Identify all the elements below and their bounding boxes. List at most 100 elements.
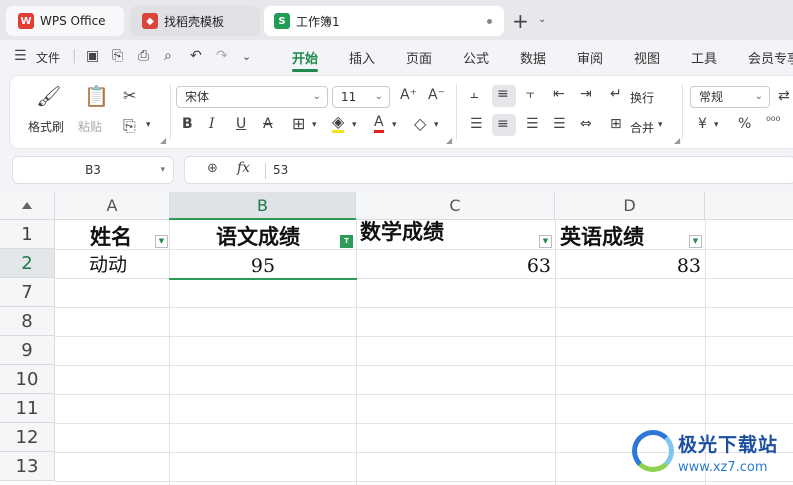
- thousands-separator-icon[interactable]: ⁰⁰⁰: [766, 114, 780, 128]
- filter-dropdown-icon[interactable]: ▼: [539, 235, 552, 248]
- chevron-down-icon[interactable]: ⌄: [242, 50, 251, 63]
- formula-bar[interactable]: ⊕ fx 53: [184, 156, 793, 184]
- wrap-text-icon[interactable]: ↵: [610, 86, 622, 102]
- row-header[interactable]: 7: [0, 278, 55, 307]
- menu-view[interactable]: 视图: [634, 48, 660, 67]
- row-header[interactable]: 1: [0, 220, 55, 249]
- zoom-icon[interactable]: ⊕: [207, 161, 218, 176]
- hamburger-icon[interactable]: ☰: [14, 48, 27, 64]
- select-all-corner[interactable]: [0, 192, 55, 220]
- row-header[interactable]: 12: [0, 423, 55, 452]
- row-header[interactable]: 9: [0, 336, 55, 365]
- cell-b2[interactable]: 95: [170, 252, 356, 281]
- menu-formula[interactable]: 公式: [463, 48, 489, 67]
- export-icon[interactable]: ⎘: [112, 48, 123, 64]
- cut-icon[interactable]: ✂: [123, 86, 136, 105]
- cell-b1[interactable]: 语文成绩: [216, 222, 300, 251]
- bold-icon[interactable]: B: [182, 116, 193, 132]
- fx-icon[interactable]: fx: [237, 160, 250, 176]
- save-icon[interactable]: ▣: [86, 48, 99, 64]
- merge-label[interactable]: 合并: [630, 119, 654, 136]
- increase-indent-icon[interactable]: ⇥: [580, 86, 592, 102]
- menu-member[interactable]: 会员专享: [748, 48, 793, 67]
- menu-page[interactable]: 页面: [406, 48, 432, 67]
- new-tab-icon[interactable]: +: [512, 9, 529, 33]
- cell-a1[interactable]: 姓名: [90, 222, 132, 251]
- chevron-down-icon[interactable]: ▾: [392, 120, 397, 130]
- chevron-down-icon[interactable]: ▾: [434, 120, 439, 130]
- dialog-launcher-icon[interactable]: ◢: [674, 136, 680, 145]
- cell-d1[interactable]: 英语成绩: [560, 222, 644, 251]
- row-header[interactable]: 11: [0, 394, 55, 423]
- align-top-icon[interactable]: ⫠: [470, 86, 478, 102]
- chevron-down-icon[interactable]: ⌄: [538, 14, 546, 25]
- align-center-icon[interactable]: ≡: [497, 116, 509, 132]
- tab-wps-office[interactable]: W WPS Office: [6, 6, 124, 36]
- chevron-down-icon[interactable]: ▾: [312, 120, 317, 130]
- formula-input[interactable]: 53: [273, 163, 288, 177]
- decrease-font-icon[interactable]: A⁻: [428, 87, 445, 103]
- distribute-icon[interactable]: ⇔: [580, 116, 592, 132]
- print-icon[interactable]: ⎙: [138, 48, 149, 64]
- column-header-d[interactable]: D: [555, 192, 705, 220]
- menu-review[interactable]: 审阅: [577, 48, 603, 67]
- underline-icon[interactable]: U: [236, 116, 246, 132]
- menu-data[interactable]: 数据: [520, 48, 546, 67]
- paste-icon[interactable]: 📋: [84, 84, 109, 108]
- number-format-select[interactable]: 常规 ⌄: [690, 86, 770, 108]
- column-header-a[interactable]: A: [55, 192, 170, 220]
- align-left-icon[interactable]: ☰: [470, 116, 483, 132]
- format-painter-label[interactable]: 格式刷: [28, 118, 64, 135]
- eraser-icon[interactable]: ◇: [414, 114, 426, 133]
- menu-home[interactable]: 开始: [292, 48, 318, 67]
- currency-icon[interactable]: ¥: [698, 116, 707, 132]
- row-header[interactable]: 13: [0, 452, 55, 481]
- menu-file[interactable]: 文件: [36, 49, 60, 66]
- merge-icon[interactable]: ⊞: [610, 116, 622, 132]
- undo-icon[interactable]: ↶: [190, 48, 202, 64]
- align-right-icon[interactable]: ☰: [526, 116, 539, 132]
- chevron-down-icon[interactable]: ▾: [658, 120, 663, 130]
- wrap-text-label[interactable]: 换行: [630, 89, 654, 106]
- unsaved-dot-icon[interactable]: [487, 19, 492, 24]
- row-header[interactable]: 2: [0, 249, 55, 278]
- border-icon[interactable]: ⊞: [292, 114, 305, 133]
- filter-dropdown-icon[interactable]: ▼: [155, 235, 168, 248]
- dialog-launcher-icon[interactable]: ◢: [160, 136, 166, 145]
- dialog-launcher-icon[interactable]: ◢: [446, 136, 452, 145]
- justify-icon[interactable]: ☰: [553, 116, 566, 132]
- name-box[interactable]: B3 ▾: [12, 156, 174, 184]
- copy-icon[interactable]: ⎘: [123, 116, 136, 136]
- strikethrough-icon[interactable]: A: [263, 116, 273, 132]
- tab-workbook[interactable]: S 工作簿1: [264, 6, 504, 36]
- tab-docer-templates[interactable]: ◆ 找稻壳模板: [130, 6, 260, 36]
- row-header[interactable]: 8: [0, 307, 55, 336]
- redo-icon[interactable]: ↷: [216, 48, 228, 64]
- cell-d2[interactable]: 83: [555, 252, 701, 281]
- chevron-down-icon[interactable]: ▾: [146, 120, 151, 130]
- convert-icon[interactable]: ⇄: [778, 88, 790, 104]
- menu-tools[interactable]: 工具: [691, 48, 717, 67]
- cell-c2[interactable]: 63: [356, 252, 551, 281]
- font-size-select[interactable]: 11 ⌄: [332, 86, 390, 108]
- print-preview-icon[interactable]: ⌕: [164, 48, 172, 64]
- fill-color-icon[interactable]: ◈: [332, 114, 345, 133]
- column-header-c[interactable]: C: [356, 192, 555, 220]
- decrease-indent-icon[interactable]: ⇤: [553, 86, 565, 102]
- font-name-select[interactable]: 宋体 ⌄: [176, 86, 328, 108]
- chevron-down-icon[interactable]: ▾: [352, 120, 357, 130]
- chevron-down-icon[interactable]: ▾: [714, 120, 719, 130]
- filter-active-icon[interactable]: T: [340, 235, 353, 248]
- paste-label[interactable]: 粘贴: [78, 118, 102, 135]
- filter-dropdown-icon[interactable]: ▼: [689, 235, 702, 248]
- menu-insert[interactable]: 插入: [349, 48, 375, 67]
- row-header[interactable]: 10: [0, 365, 55, 394]
- align-bottom-icon[interactable]: ⫟: [526, 86, 534, 102]
- chevron-down-icon[interactable]: ▾: [160, 157, 165, 183]
- column-header-b[interactable]: B: [170, 192, 356, 220]
- italic-icon[interactable]: I: [209, 116, 215, 132]
- font-color-icon[interactable]: A: [374, 114, 384, 133]
- format-painter-icon[interactable]: 🖌: [36, 84, 61, 108]
- percent-icon[interactable]: %: [738, 116, 751, 132]
- align-middle-icon[interactable]: ≡: [497, 86, 509, 102]
